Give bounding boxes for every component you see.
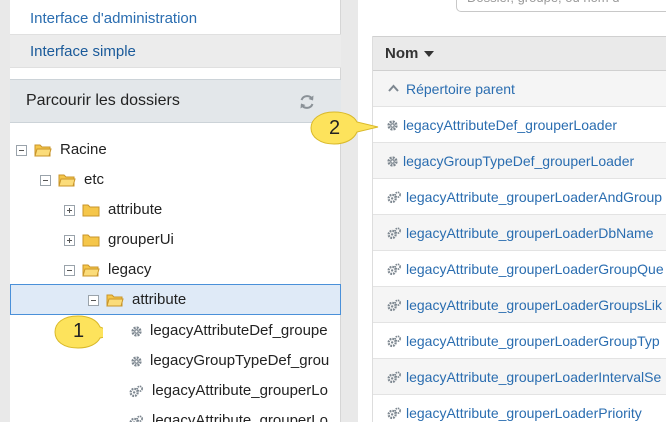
tree-label: attribute <box>108 201 163 218</box>
row-link[interactable]: legacyAttribute_grouperLoaderPriority <box>406 395 642 422</box>
tree-label: attribute <box>132 291 187 308</box>
collapse-toggle-icon[interactable] <box>88 295 99 306</box>
tree-node-root[interactable]: Racine <box>10 135 341 165</box>
collapse-toggle-icon[interactable] <box>16 145 27 156</box>
collapse-toggle-icon[interactable] <box>64 265 75 276</box>
gear-icon <box>387 120 398 131</box>
browse-folders-header: Parcourir les dossiers <box>10 79 341 123</box>
row-link[interactable]: legacyAttribute_grouperLoaderAndGroup <box>406 179 662 214</box>
tree-label: grouperUi <box>108 231 174 248</box>
tree-label: legacyAttribute_grouperLo <box>152 382 328 399</box>
tree-node-grouperui[interactable]: grouperUi <box>10 225 341 255</box>
tree-node-attribute[interactable]: attribute <box>10 195 341 225</box>
tree-label: legacyGroupTypeDef_grou <box>150 352 330 369</box>
gear-icon <box>131 326 142 337</box>
tree-leaf-item[interactable]: legacyAttribute_grouperLo <box>10 406 341 422</box>
table-row[interactable]: legacyAttribute_grouperLoaderPriority <box>373 395 666 422</box>
tree-leaf-item[interactable]: legacyAttribute_grouperLo <box>10 376 341 406</box>
tree-label: Racine <box>60 141 107 158</box>
sort-caret-icon <box>424 51 435 58</box>
table-row[interactable]: legacyGroupTypeDef_grouperLoader <box>373 143 666 179</box>
nav-simple-interface[interactable]: Interface simple <box>10 34 341 68</box>
table-row[interactable]: legacyAttribute_grouperLoaderDbName <box>373 215 666 251</box>
page: Interface d'administration Interface sim… <box>0 0 666 422</box>
gears-icon <box>129 415 143 422</box>
gears-icon <box>129 385 143 398</box>
gears-icon <box>387 371 401 384</box>
expand-toggle-icon[interactable] <box>64 235 75 246</box>
table-row[interactable]: legacyAttribute_grouperLoaderAndGroup <box>373 179 666 215</box>
search-input[interactable]: Dossier, groupe, ou nom d <box>456 0 666 12</box>
tree-label: legacyAttribute_grouperLo <box>152 412 328 422</box>
tree-node-legacy-attribute[interactable]: attribute <box>10 285 341 315</box>
row-link[interactable]: legacyAttribute_grouperLoaderGroupsLik <box>406 287 662 322</box>
parent-folder-row[interactable]: Répertoire parent <box>373 71 666 107</box>
open-folder-icon <box>58 174 76 187</box>
row-link[interactable]: legacyAttribute_grouperLoaderIntervalSe <box>406 359 661 394</box>
open-folder-icon <box>106 294 124 307</box>
column-header-name[interactable]: Nom <box>373 36 666 71</box>
tree-node-legacy[interactable]: legacy <box>10 255 341 285</box>
gears-icon <box>387 227 401 240</box>
parent-folder-link[interactable]: Répertoire parent <box>406 71 515 106</box>
table-row[interactable]: legacyAttribute_grouperLoaderGroupQue <box>373 251 666 287</box>
gears-icon <box>387 263 401 276</box>
tree-label: legacy <box>108 261 152 278</box>
row-link[interactable]: legacyAttribute_grouperLoaderGroupTyp <box>406 323 660 358</box>
table-row[interactable]: legacyAttributeDef_grouperLoader <box>373 107 666 143</box>
table-row[interactable]: legacyAttribute_grouperLoaderIntervalSe <box>373 359 666 395</box>
table-row[interactable]: legacyAttribute_grouperLoaderGroupTyp <box>373 323 666 359</box>
row-link[interactable]: legacyAttribute_grouperLoaderGroupQue <box>406 251 664 286</box>
tree-leaf-item[interactable]: legacyGroupTypeDef_grou <box>10 346 341 376</box>
collapse-toggle-icon[interactable] <box>40 175 51 186</box>
table-row[interactable]: legacyAttribute_grouperLoaderGroupsLik <box>373 287 666 323</box>
contents-table: Nom Répertoire parent legacyAttributeDef… <box>372 36 666 422</box>
row-link[interactable]: legacyAttribute_grouperLoaderDbName <box>406 215 653 250</box>
sidebar: Interface d'administration Interface sim… <box>10 0 341 422</box>
folder-icon <box>82 204 100 217</box>
browse-folders-title: Parcourir les dossiers <box>26 92 180 109</box>
gears-icon <box>387 191 401 204</box>
expand-toggle-icon[interactable] <box>64 205 75 216</box>
tree-node-etc[interactable]: etc <box>10 165 341 195</box>
callout-1-number: 1 <box>73 320 85 342</box>
folder-icon <box>82 234 100 247</box>
open-folder-icon <box>82 264 100 277</box>
row-link[interactable]: legacyAttributeDef_grouperLoader <box>403 107 617 142</box>
gear-icon <box>131 356 142 367</box>
tree-label: etc <box>84 171 105 188</box>
callout-2-number: 2 <box>329 117 341 139</box>
callout-2 <box>310 111 379 145</box>
gear-icon <box>387 156 398 167</box>
main-pane: Dossier, groupe, ou nom d Nom Répertoire… <box>358 0 666 422</box>
gears-icon <box>387 407 401 420</box>
nav-admin-interface[interactable]: Interface d'administration <box>10 2 341 36</box>
gears-icon <box>387 335 401 348</box>
open-folder-icon <box>34 144 52 157</box>
chevron-up-icon <box>388 84 399 92</box>
gears-icon <box>387 299 401 312</box>
refresh-icon[interactable] <box>298 93 316 111</box>
column-header-label: Nom <box>385 45 419 62</box>
row-link[interactable]: legacyGroupTypeDef_grouperLoader <box>403 143 634 178</box>
tree-label: legacyAttributeDef_groupe <box>150 322 328 339</box>
